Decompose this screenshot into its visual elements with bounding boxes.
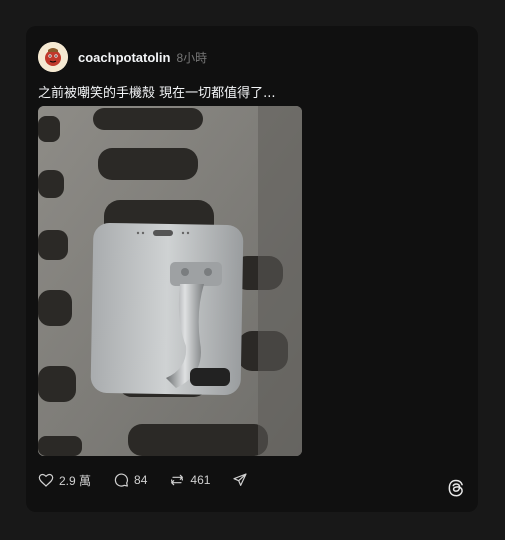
post-image[interactable] [38, 106, 302, 456]
heart-icon [38, 473, 54, 487]
like-button[interactable]: 2.9 萬 [38, 472, 91, 489]
post-card: coachpotatolin 8小時 之前被嘲笑的手機殼 現在一切都值得了... [26, 26, 478, 512]
repost-button[interactable]: 461 [169, 472, 210, 488]
comment-button[interactable]: 84 [113, 472, 147, 488]
repost-icon [171, 474, 184, 486]
threads-logo-icon[interactable] [446, 478, 466, 502]
share-button[interactable] [232, 472, 253, 488]
like-count: 2.9 萬 [59, 473, 92, 488]
username[interactable]: coachpotatolin [78, 50, 170, 65]
comment-icon [114, 473, 128, 487]
phone-case-photo [38, 106, 302, 456]
comment-count: 84 [134, 473, 148, 487]
post-time: 8小時 [176, 50, 208, 65]
post-actions: 2.9 萬 84 461 [38, 470, 275, 490]
send-icon [233, 473, 248, 486]
post-header: coachpotatolin 8小時 [38, 41, 207, 73]
avatar-image [38, 42, 68, 72]
threads-icon [448, 479, 463, 497]
repost-count: 461 [190, 473, 211, 487]
post-caption: 之前被嘲笑的手機殼 現在一切都值得了... [38, 86, 276, 101]
avatar[interactable] [38, 42, 68, 72]
